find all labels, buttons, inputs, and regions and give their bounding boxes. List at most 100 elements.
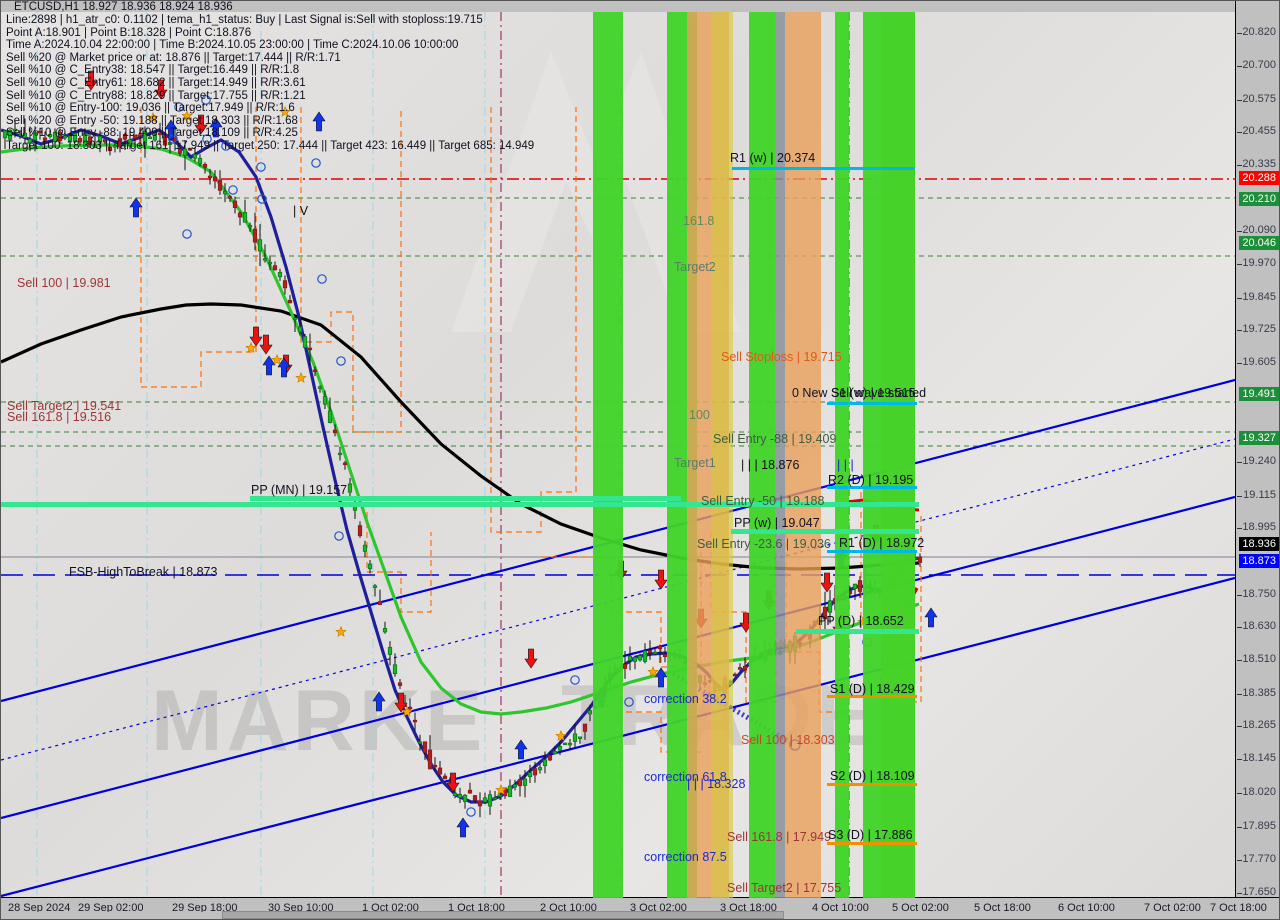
level-line [796, 629, 919, 634]
chart-annotation: R2 (D) | 19.195 [828, 473, 914, 487]
price-tick-mark [1237, 758, 1242, 760]
chart-annotation: S1 (w) | 19.515 [831, 386, 916, 400]
price-tick-label: 17.895 [1242, 819, 1276, 832]
price-tick-mark [1237, 362, 1242, 364]
chart-annotation: correction 87.5 [644, 850, 727, 864]
price-badge: 19.491 [1239, 386, 1279, 401]
chart-annotation: correction 38.2 [644, 692, 727, 706]
price-tick-mark [1237, 164, 1242, 166]
chart-annotation: | | | 18.876 [741, 458, 800, 472]
chart-annotation: Sell Entry -50 | 19.188 [701, 494, 825, 508]
price-tick-mark [1237, 263, 1242, 265]
chart-annotation: Target2 [674, 260, 716, 274]
level-line [732, 167, 915, 170]
chart-annotation: 100 [689, 408, 710, 422]
chart-annotation: S3 (D) | 17.886 [828, 828, 913, 842]
chart-annotation: Sell 100 | 19.981 [17, 276, 111, 290]
price-tick-label: 19.725 [1242, 323, 1276, 336]
vertical-band [785, 12, 821, 898]
price-tick-mark [1237, 826, 1242, 828]
price-tick-label: 18.385 [1242, 686, 1276, 699]
chart-annotation: Sell Entry -23.6 | 19.036 [697, 537, 831, 551]
price-tick-label: 20.820 [1242, 26, 1276, 39]
scrollbar-thumb[interactable] [222, 911, 784, 919]
price-tick-label: 17.770 [1242, 853, 1276, 866]
price-badge: 20.288 [1239, 170, 1279, 185]
price-tick-label: 20.575 [1242, 92, 1276, 105]
price-tick-label: 20.700 [1242, 58, 1276, 71]
price-badge: 19.327 [1239, 431, 1279, 446]
price-tick-label: 18.265 [1242, 719, 1276, 732]
price-tick-label: 20.455 [1242, 125, 1276, 138]
level-line [827, 550, 917, 553]
price-tick-mark [1237, 726, 1242, 728]
price-tick-mark [1237, 33, 1242, 35]
chart-annotation: R1 (w) | 20.374 [730, 151, 816, 165]
price-tick-label: 18.630 [1242, 620, 1276, 633]
price-tick-label: 18.995 [1242, 521, 1276, 534]
price-tick-mark [1237, 627, 1242, 629]
chart-annotation: Sell 161.8 | 17.949 [727, 830, 832, 844]
price-tick-mark [1237, 659, 1242, 661]
chart-annotation: Sell Entry -88 | 19.409 [713, 432, 837, 446]
chart-annotation: Target1 [674, 456, 716, 470]
chart-annotation: | | | [837, 458, 854, 472]
price-tick-label: 19.240 [1242, 454, 1276, 467]
chart-annotation: R1 (D) | 18.972 [839, 536, 925, 550]
vertical-band [835, 12, 849, 898]
level-line [827, 783, 917, 786]
vertical-band [593, 12, 623, 898]
chart-annotation: 161.8 [683, 214, 715, 228]
horizontal-scrollbar[interactable] [0, 911, 1280, 920]
price-tick-label: 18.510 [1242, 652, 1276, 665]
price-tick-mark [1237, 132, 1242, 134]
price-tick-mark [1237, 495, 1242, 497]
chart-annotation: FSB-HighToBreak | 18.873 [69, 565, 218, 579]
chart-annotation: Sell Target2 | 17.755 [727, 881, 842, 895]
price-tick-mark [1237, 792, 1242, 794]
price-tick-mark [1237, 528, 1242, 530]
price-tick-label: 19.115 [1243, 488, 1276, 501]
chart-annotation: Sell 161.8 | 19.516 [7, 410, 112, 424]
price-tick-mark [1237, 893, 1242, 894]
level-line [827, 402, 917, 405]
price-tick-mark [1237, 860, 1242, 862]
chart-annotation: | | | 18.328 [687, 777, 746, 791]
price-tick-label: 18.145 [1242, 751, 1276, 764]
chart-annotation: S2 (D) | 18.109 [830, 769, 915, 783]
price-badge: 18.873 [1239, 554, 1279, 569]
vertical-band [775, 12, 785, 898]
price-tick-mark [1237, 594, 1242, 596]
price-axis[interactable]: 20.820 20.700 20.575 20.455 20.335 20.090 19.9… [1235, 0, 1280, 920]
chart-plot-area[interactable]: MARKE TRADE [1, 12, 1235, 898]
price-tick-label: 18.020 [1242, 785, 1276, 798]
price-badge: 20.210 [1239, 191, 1279, 206]
price-tick-label: 19.970 [1242, 256, 1276, 269]
level-line [827, 842, 917, 845]
price-tick-label: 19.845 [1242, 290, 1276, 303]
price-tick-mark [1237, 297, 1242, 299]
price-tick-mark [1237, 693, 1242, 695]
vertical-band [749, 12, 775, 898]
vertical-band [881, 12, 915, 898]
price-tick-label: 20.090 [1242, 224, 1276, 237]
price-tick-mark [1237, 99, 1242, 101]
chart-annotation: Sell 100 | 18.303 [741, 733, 835, 747]
price-badge: 20.046 [1239, 236, 1279, 251]
price-tick-mark [1237, 330, 1242, 332]
chart-annotation: | V [293, 204, 309, 218]
chart-annotation: PP (MN) | 19.157 [251, 483, 348, 497]
vertical-band [711, 12, 733, 898]
chart-annotation: PP (w) | 19.047 [734, 516, 820, 530]
metatrader-chart-window: MARKE TRADE [0, 0, 1280, 920]
price-badge: 18.936 [1239, 537, 1279, 552]
vertical-band [863, 12, 881, 898]
chart-annotation: Sell Stoploss | 19.715 [721, 350, 842, 364]
price-tick-mark [1237, 461, 1242, 463]
price-tick-label: 20.335 [1242, 157, 1276, 170]
price-tick-mark [1237, 231, 1242, 233]
price-tick-mark [1237, 65, 1242, 67]
chart-annotation: PP (D) | 18.652 [818, 614, 904, 628]
price-tick-label: 18.750 [1242, 587, 1276, 600]
price-tick-label: 19.605 [1242, 355, 1276, 368]
